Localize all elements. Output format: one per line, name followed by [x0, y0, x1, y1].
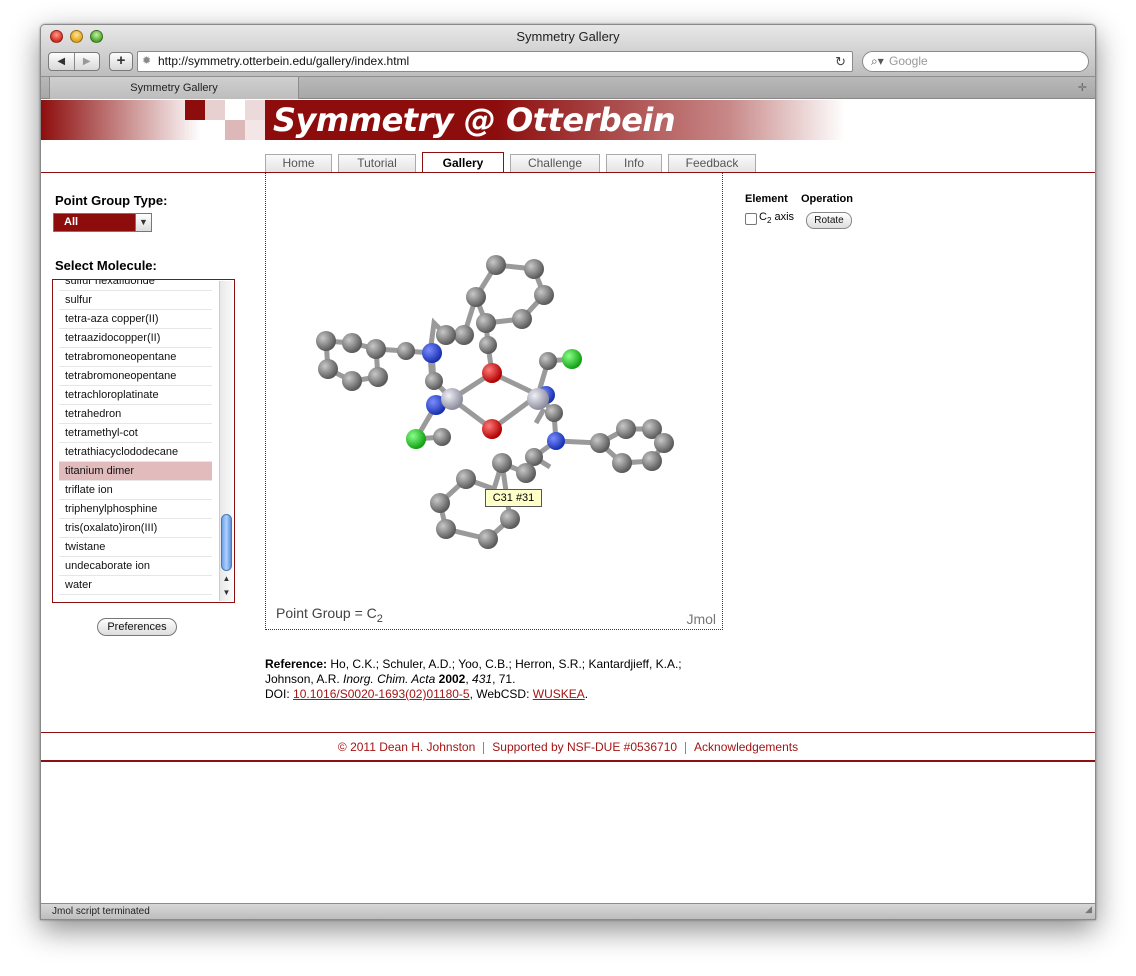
- jmol-viewer[interactable]: C31 #31 Point Group = C2 Jmol: [265, 173, 723, 630]
- select-molecule-label: Select Molecule:: [55, 258, 157, 273]
- point-group-readout: Point Group = C2: [276, 605, 383, 625]
- title-bar: Symmetry Gallery ◀ ▶ + ✹ http://symmetry…: [41, 25, 1095, 77]
- site-title: Symmetry @ Otterbein: [265, 100, 845, 140]
- list-item[interactable]: tetrathiacyclododecane: [59, 443, 212, 462]
- address-bar[interactable]: ✹ http://symmetry.otterbein.edu/gallery/…: [137, 51, 853, 72]
- banner-square: [185, 100, 205, 120]
- back-forward-buttons: ◀ ▶: [48, 52, 100, 71]
- nsf-link[interactable]: Supported by NSF-DUE #0536710: [492, 740, 677, 754]
- point-group-value: All: [64, 216, 79, 228]
- resize-grip-icon[interactable]: ◢: [1085, 902, 1092, 917]
- tab-gallery[interactable]: Gallery: [422, 152, 504, 172]
- scrollbar-thumb[interactable]: [221, 514, 232, 571]
- browser-tab[interactable]: Symmetry Gallery: [49, 77, 299, 99]
- molecule-render[interactable]: [266, 173, 722, 629]
- tab-info[interactable]: Info: [606, 154, 662, 172]
- list-item[interactable]: triphenylphosphine: [59, 500, 212, 519]
- footer-divider: [41, 732, 1095, 733]
- c2-axis-label: C2 axis: [759, 211, 795, 226]
- list-item[interactable]: tetramethyl-cot: [59, 424, 212, 443]
- web-page: Symmetry @ Otterbein Home Tutorial Galle…: [41, 100, 1095, 904]
- doi-link[interactable]: 10.1016/S0020-1693(02)01180-5: [293, 687, 470, 701]
- back-icon[interactable]: ◀: [49, 53, 74, 70]
- tab-feedback[interactable]: Feedback: [668, 154, 756, 172]
- window-title: Symmetry Gallery: [516, 29, 620, 44]
- tab-home[interactable]: Home: [265, 154, 332, 172]
- molecule-list[interactable]: sulfur hexafluoride sulfur tetra-aza coppe…: [52, 279, 235, 603]
- tab-challenge[interactable]: Challenge: [510, 154, 600, 172]
- list-item[interactable]: sulfur: [59, 291, 212, 310]
- footer: © 2011 Dean H. Johnston Supported by NSF-…: [41, 740, 1095, 754]
- search-input[interactable]: ⌕▾ Google: [862, 51, 1089, 72]
- search-icon: ⌕▾: [871, 54, 884, 68]
- chevron-down-icon[interactable]: ▼: [135, 214, 151, 231]
- site-nav: Home Tutorial Gallery Challenge Info Fee…: [265, 152, 762, 173]
- list-item[interactable]: sulfur hexafluoride: [59, 280, 212, 291]
- site-banner: Symmetry @ Otterbein: [41, 100, 1095, 140]
- molecule-items: sulfur hexafluoride sulfur tetra-aza coppe…: [59, 280, 212, 595]
- list-item[interactable]: tetrabromoneopentane: [59, 348, 212, 367]
- footer-divider: [41, 760, 1095, 762]
- atom-tooltip: C31 #31: [485, 489, 542, 507]
- browser-tab-bar: Symmetry Gallery ✛: [41, 77, 1095, 99]
- scroll-up-icon[interactable]: ▲: [220, 572, 233, 585]
- list-item[interactable]: tris(oxalato)iron(III): [59, 519, 212, 538]
- list-item[interactable]: twistane: [59, 538, 212, 557]
- molecule-list-scrollbar[interactable]: ▲ ▼: [219, 281, 233, 601]
- operation-header: Operation: [801, 193, 853, 205]
- status-bar: Jmol script terminated ◢: [41, 903, 1095, 919]
- banner-gradient: [41, 100, 201, 140]
- webcsd-link[interactable]: WUSKEA: [533, 687, 585, 701]
- banner-square: [245, 120, 265, 140]
- list-item[interactable]: triflate ion: [59, 481, 212, 500]
- scroll-down-icon[interactable]: ▼: [220, 586, 233, 599]
- list-item[interactable]: tetrachloroplatinate: [59, 386, 212, 405]
- browser-window: Symmetry Gallery ◀ ▶ + ✹ http://symmetry…: [40, 24, 1096, 920]
- c2-axis-checkbox[interactable]: [745, 213, 757, 225]
- point-group-select[interactable]: All ▼: [53, 213, 152, 232]
- list-item[interactable]: tetra-aza copper(II): [59, 310, 212, 329]
- url-text: http://symmetry.otterbein.edu/gallery/in…: [158, 54, 410, 68]
- banner-square: [245, 100, 265, 120]
- banner-square: [205, 100, 225, 120]
- search-placeholder: Google: [889, 54, 928, 68]
- add-bookmark-button[interactable]: +: [109, 52, 133, 71]
- preferences-button[interactable]: Preferences: [97, 618, 177, 636]
- point-group-type-label: Point Group Type:: [55, 193, 168, 208]
- acknowledgements-link[interactable]: Acknowledgements: [694, 740, 798, 754]
- new-tab-icon[interactable]: ✛: [1078, 77, 1087, 99]
- banner-square: [225, 120, 245, 140]
- reload-icon[interactable]: ↻: [835, 52, 846, 71]
- element-header: Element: [745, 193, 788, 205]
- forward-icon[interactable]: ▶: [73, 53, 100, 70]
- copyright-link[interactable]: © 2011 Dean H. Johnston: [338, 740, 475, 754]
- favicon-icon: ✹: [142, 55, 152, 67]
- list-item[interactable]: tetrabromoneopentane: [59, 367, 212, 386]
- list-item[interactable]: tetrahedron: [59, 405, 212, 424]
- list-item[interactable]: undecaborate ion: [59, 557, 212, 576]
- tab-tutorial[interactable]: Tutorial: [338, 154, 416, 172]
- rotate-button[interactable]: Rotate: [806, 212, 852, 229]
- reference-text: Reference: Ho, C.K.; Schuler, A.D.; Yoo,…: [265, 657, 682, 701]
- list-item[interactable]: tetraazidocopper(II): [59, 329, 212, 348]
- list-item[interactable]: water: [59, 576, 212, 595]
- jmol-logo[interactable]: Jmol: [686, 611, 716, 627]
- list-item[interactable]: titanium dimer: [59, 462, 212, 481]
- status-text: Jmol script terminated: [52, 906, 150, 917]
